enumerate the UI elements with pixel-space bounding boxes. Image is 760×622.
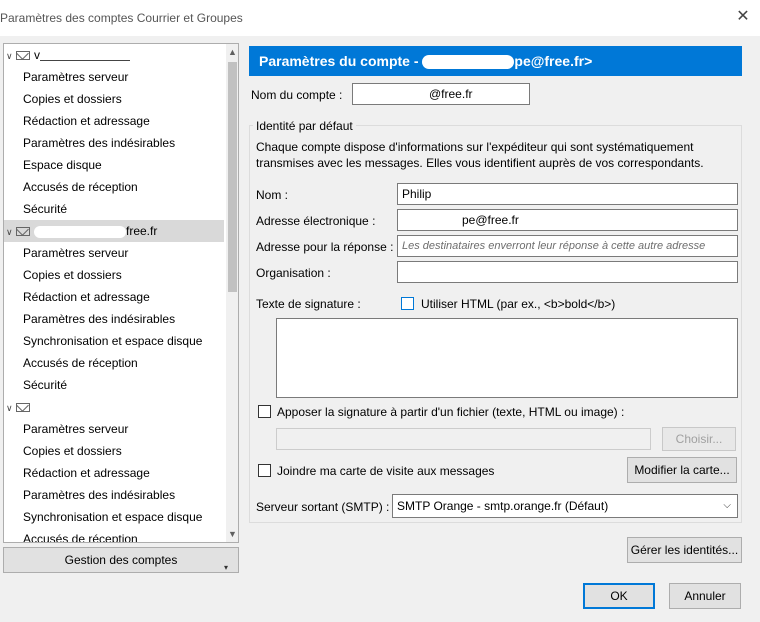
tree-item-junk[interactable]: Paramètres des indésirables — [4, 308, 224, 330]
scroll-thumb[interactable] — [228, 62, 237, 292]
redaction — [431, 189, 522, 200]
organization-label: Organisation : — [256, 266, 331, 280]
manage-identities-button[interactable]: Gérer les identités... — [627, 537, 742, 563]
tree-item-server-settings[interactable]: Paramètres serveur — [4, 242, 224, 264]
account-node-3[interactable]: ∨ — [4, 396, 224, 418]
tree-item-composition[interactable]: Rédaction et adressage — [4, 286, 224, 308]
tree-item-server-settings[interactable]: Paramètres serveur — [4, 66, 224, 88]
tree-item-composition[interactable]: Rédaction et adressage — [4, 462, 224, 484]
attach-signature-checkbox[interactable] — [258, 405, 271, 418]
tree-item-server-settings[interactable]: Paramètres serveur — [4, 418, 224, 440]
tree-item-copies-folders[interactable]: Copies et dossiers — [4, 264, 224, 286]
identity-description-line-2: transmises avec les messages. Elles vous… — [256, 156, 704, 170]
smtp-value: SMTP Orange - smtp.orange.fr (Défaut) — [397, 499, 609, 513]
window-title: Paramètres des comptes Courrier et Group… — [0, 11, 243, 25]
ok-button[interactable]: OK — [583, 583, 655, 609]
tree-item-receipts[interactable]: Accusés de réception — [4, 176, 224, 198]
header-prefix: Paramètres du compte - — [259, 53, 423, 69]
tree-item-copies-folders[interactable]: Copies et dossiers — [4, 88, 224, 110]
tree-item-sync-disk[interactable]: Synchronisation et espace disque — [4, 506, 224, 528]
tree-item-disk-space[interactable]: Espace disque — [4, 154, 224, 176]
tree-item-security[interactable]: Sécurité — [4, 198, 224, 220]
account-node-2[interactable]: ∨ free.fr — [4, 220, 224, 242]
tree-item-composition[interactable]: Rédaction et adressage — [4, 110, 224, 132]
mail-account-icon — [16, 51, 30, 61]
edit-card-button[interactable]: Modifier la carte... — [627, 457, 737, 483]
mail-account-icon — [16, 403, 30, 413]
tree-item-receipts[interactable]: Accusés de réception — [4, 528, 224, 542]
smtp-label: Serveur sortant (SMTP) : — [256, 500, 390, 514]
attach-vcard-checkbox[interactable] — [258, 464, 271, 477]
tree-item-security[interactable]: Sécurité — [4, 374, 224, 396]
reply-to-label: Adresse pour la réponse : — [256, 240, 394, 254]
chevron-down-icon: ∨ — [6, 51, 13, 61]
signature-textarea[interactable] — [276, 318, 738, 398]
scroll-down-icon[interactable]: ▼ — [226, 526, 238, 542]
dropdown-arrow-icon: ▾ — [224, 563, 229, 572]
attach-signature-label: Apposer la signature à partir d'un fichi… — [277, 405, 625, 419]
identity-description-line-1: Chaque compte dispose d'informations sur… — [256, 140, 694, 154]
tree-scrollbar[interactable]: ▲ ▼ — [226, 44, 238, 542]
redaction — [422, 55, 515, 70]
name-label: Nom : — [256, 188, 289, 202]
redaction — [40, 50, 130, 62]
tree-item-receipts[interactable]: Accusés de réception — [4, 352, 224, 374]
reply-to-input[interactable]: Les destinataires enverront leur réponse… — [397, 235, 738, 257]
chevron-down-icon: ⌵ — [723, 500, 731, 511]
close-icon[interactable]: ✕ — [734, 8, 752, 26]
account-name-input[interactable]: @free.fr — [352, 83, 530, 105]
signature-file-path — [276, 428, 651, 450]
chevron-down-icon: ∨ — [6, 227, 13, 237]
account-tree[interactable]: ∨ v Paramètres serveur Copies et dossiers… — [3, 43, 239, 543]
organization-input[interactable] — [397, 261, 738, 283]
chevron-down-icon: ∨ — [6, 403, 13, 413]
smtp-select[interactable]: SMTP Orange - smtp.orange.fr (Défaut) ⌵ — [392, 494, 738, 518]
header-email: pe@free.fr> — [514, 53, 593, 69]
signature-label: Texte de signature : — [256, 297, 361, 311]
scroll-up-icon[interactable]: ▲ — [226, 44, 238, 60]
account-node-1[interactable]: ∨ v — [4, 44, 224, 66]
redaction — [34, 225, 126, 238]
attach-vcard-label: Joindre ma carte de visite aux messages — [277, 464, 495, 478]
use-html-checkbox[interactable] — [401, 297, 414, 310]
tree-item-junk[interactable]: Paramètres des indésirables — [4, 132, 224, 154]
manage-accounts-button[interactable]: Gestion des comptes ▾ — [3, 547, 239, 573]
tree-item-copies-folders[interactable]: Copies et dossiers — [4, 440, 224, 462]
email-label: Adresse électronique : — [256, 214, 376, 228]
tree-item-junk[interactable]: Paramètres des indésirables — [4, 484, 224, 506]
choose-file-button[interactable]: Choisir... — [662, 427, 736, 451]
mail-account-icon — [16, 227, 30, 237]
email-input[interactable]: pe@free.fr — [397, 209, 738, 231]
name-input[interactable]: Philip — [397, 183, 738, 205]
tree-item-sync-disk[interactable]: Synchronisation et espace disque — [4, 330, 224, 352]
account-2-label: free.fr — [126, 224, 158, 238]
manage-accounts-label: Gestion des comptes — [64, 553, 178, 567]
account-name-label: Nom du compte : — [251, 88, 343, 102]
cancel-button[interactable]: Annuler — [669, 583, 741, 609]
redaction — [34, 402, 114, 413]
name-value: Philip — [402, 187, 432, 201]
identity-legend: Identité par défaut — [253, 119, 356, 133]
account-header: Paramètres du compte - pe@free.fr> — [249, 46, 742, 76]
use-html-label: Utiliser HTML (par ex., <b>bold</b>) — [421, 297, 616, 311]
